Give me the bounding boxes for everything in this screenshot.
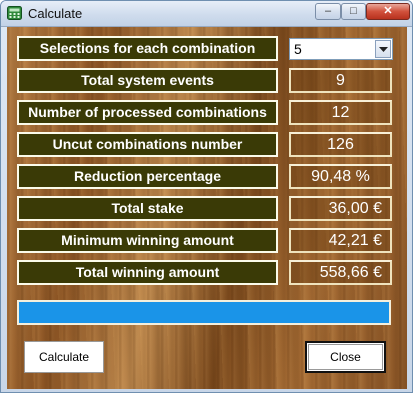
- progress-bar: [17, 300, 391, 325]
- chevron-down-icon[interactable]: [375, 40, 391, 58]
- selections-value: 5: [294, 41, 302, 57]
- selections-dropdown[interactable]: 5: [289, 38, 393, 60]
- selections-label: Selections for each combination: [17, 36, 278, 61]
- uncut-combinations-label: Uncut combinations number: [17, 132, 278, 157]
- total-system-events-value: 9: [289, 68, 392, 93]
- reduction-percentage-label: Reduction percentage: [17, 164, 278, 189]
- total-stake-value: 36,00 €: [289, 196, 392, 221]
- reduction-percentage-value: 90,48 %: [289, 164, 392, 189]
- total-winning-value: 558,66 €: [289, 260, 392, 285]
- title-bar[interactable]: Calculate – □ ✕: [1, 1, 412, 27]
- minimize-button[interactable]: –: [315, 3, 341, 20]
- window-title: Calculate: [28, 6, 83, 21]
- uncut-combinations-value: 126: [289, 132, 392, 157]
- calculate-button[interactable]: Calculate: [24, 341, 104, 373]
- processed-combinations-value: 12: [289, 100, 392, 125]
- form-panel: Selections for each combination 5 Total …: [7, 27, 407, 389]
- progress-fill: [19, 302, 389, 323]
- close-window-button[interactable]: ✕: [366, 3, 410, 20]
- total-system-events-label: Total system events: [17, 68, 278, 93]
- total-stake-label: Total stake: [17, 196, 278, 221]
- processed-combinations-label: Number of processed combinations: [17, 100, 278, 125]
- close-button[interactable]: Close: [305, 341, 386, 373]
- calculate-window: Calculate – □ ✕ Selections for each comb…: [0, 0, 413, 393]
- total-winning-label: Total winning amount: [17, 260, 278, 285]
- minimum-winning-value: 42,21 €: [289, 228, 392, 253]
- minimum-winning-label: Minimum winning amount: [17, 228, 278, 253]
- maximize-button[interactable]: □: [341, 3, 366, 20]
- calculator-icon: [7, 6, 22, 20]
